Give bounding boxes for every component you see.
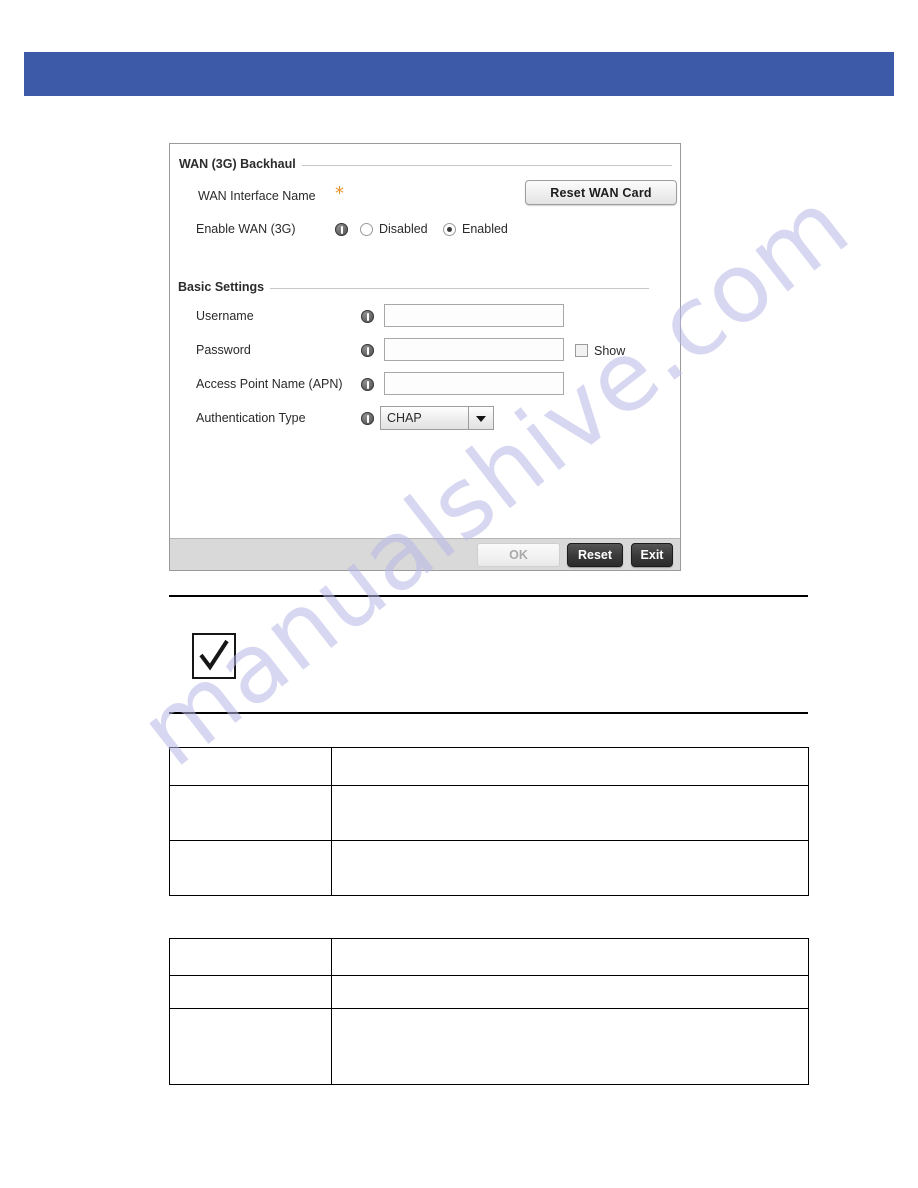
- radio-label-enabled[interactable]: Enabled: [462, 222, 508, 236]
- table-cell: [169, 975, 332, 1009]
- table-cell: [169, 840, 332, 896]
- dialog-footer: OK Reset Exit: [170, 538, 680, 570]
- reset-wan-card-button[interactable]: Reset WAN Card: [525, 180, 677, 205]
- table-cell: [331, 1008, 809, 1085]
- radio-label-disabled[interactable]: Disabled: [379, 222, 428, 236]
- table-cell: [169, 938, 332, 976]
- label-authentication-type: Authentication Type: [196, 411, 306, 425]
- info-icon-apn[interactable]: [361, 378, 374, 391]
- table-cell: [331, 785, 809, 841]
- username-input[interactable]: [384, 304, 564, 327]
- note-rule-top: [169, 595, 808, 597]
- section-rule-basic-settings: [264, 288, 649, 289]
- table-row: [169, 1008, 809, 1085]
- radio-enable-wan-3g-disabled[interactable]: [360, 223, 373, 236]
- info-icon-authentication-type[interactable]: [361, 412, 374, 425]
- info-icon-password[interactable]: [361, 344, 374, 357]
- show-password-label[interactable]: Show: [594, 344, 625, 358]
- section-title-basic-settings: Basic Settings: [178, 280, 271, 294]
- info-icon-username[interactable]: [361, 310, 374, 323]
- show-password-checkbox[interactable]: [575, 344, 588, 357]
- table-cell: [331, 840, 809, 896]
- table-row: [169, 938, 809, 976]
- apn-input[interactable]: [384, 372, 564, 395]
- table-row: [169, 840, 809, 896]
- page-header-bar: [24, 52, 894, 96]
- table-row: [169, 785, 809, 841]
- section-title-wan-3g-backhaul: WAN (3G) Backhaul: [179, 157, 302, 171]
- dialog-body: WAN (3G) Backhaul WAN Interface Name * R…: [170, 144, 680, 538]
- label-username: Username: [196, 309, 254, 323]
- note-rule-bottom: [169, 712, 808, 714]
- radio-enable-wan-3g-enabled[interactable]: [443, 223, 456, 236]
- data-table-2: [169, 938, 809, 1085]
- table-cell: [331, 975, 809, 1009]
- table-row: [169, 975, 809, 1009]
- info-icon-enable-wan-3g[interactable]: [335, 223, 348, 236]
- password-input[interactable]: [384, 338, 564, 361]
- section-rule-wan-3g-backhaul: [298, 165, 672, 166]
- ok-button[interactable]: OK: [477, 543, 560, 567]
- exit-button[interactable]: Exit: [631, 543, 673, 567]
- checkmark-icon: [192, 633, 236, 679]
- wan-3g-backhaul-dialog: WAN (3G) Backhaul WAN Interface Name * R…: [169, 143, 681, 571]
- table-row: [169, 747, 809, 786]
- table-cell: [169, 747, 332, 786]
- label-enable-wan-3g: Enable WAN (3G): [196, 222, 296, 236]
- label-wan-interface-name: WAN Interface Name: [198, 189, 316, 203]
- table-cell: [331, 747, 809, 786]
- label-password: Password: [196, 343, 251, 357]
- authentication-type-value: CHAP: [387, 411, 422, 425]
- table-cell: [331, 938, 809, 976]
- table-cell: [169, 1008, 332, 1085]
- label-access-point-name-apn: Access Point Name (APN): [196, 377, 343, 391]
- chevron-down-icon[interactable]: [468, 407, 493, 429]
- authentication-type-select[interactable]: CHAP: [380, 406, 494, 430]
- table-cell: [169, 785, 332, 841]
- data-table-1: [169, 747, 809, 896]
- reset-button[interactable]: Reset: [567, 543, 623, 567]
- required-asterisk-icon: *: [335, 183, 344, 204]
